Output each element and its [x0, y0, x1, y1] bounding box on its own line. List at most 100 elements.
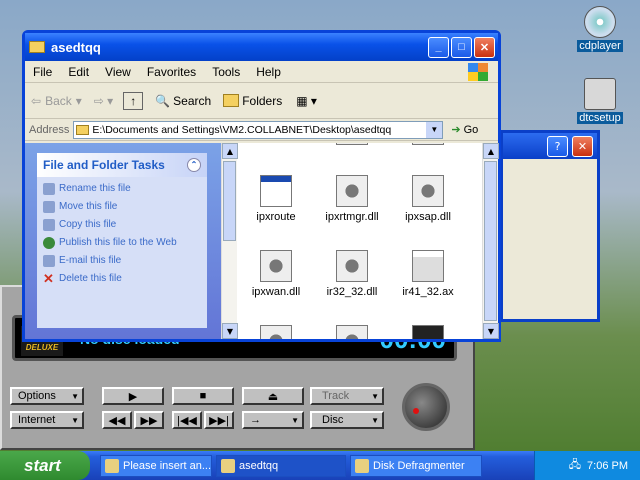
task-publish[interactable]: Publish this file to the Web: [43, 237, 201, 249]
folders-icon: [223, 94, 240, 107]
back-button[interactable]: ⇦ Back ▾: [31, 94, 82, 108]
rename-icon: [43, 183, 55, 195]
address-input[interactable]: E:\Documents and Settings\VM2.COLLABNET\…: [73, 120, 444, 139]
system-tray: 🖧 7:06 PM: [534, 451, 640, 480]
go-arrow-icon: ➔: [451, 124, 461, 136]
clock[interactable]: 7:06 PM: [587, 460, 628, 472]
file-item[interactable]: [393, 143, 463, 149]
file-item[interactable]: ipxwan.dll: [241, 250, 311, 298]
menu-edit[interactable]: Edit: [60, 65, 97, 79]
disc-button[interactable]: Disc: [310, 411, 384, 429]
menu-file[interactable]: File: [25, 65, 60, 79]
file-item[interactable]: ipxsap.dll: [393, 175, 463, 223]
folder-small-icon: [76, 124, 90, 135]
task-copy[interactable]: Copy this file: [43, 219, 201, 231]
dll-gear-icon: [336, 175, 368, 207]
menu-view[interactable]: View: [97, 65, 139, 79]
taskbar-item-cd[interactable]: Please insert an...: [100, 454, 212, 477]
file-item[interactable]: [393, 325, 463, 339]
fast-forward-button[interactable]: ▶▶: [134, 411, 164, 429]
menu-help[interactable]: Help: [248, 65, 289, 79]
volume-knob[interactable]: [402, 383, 450, 431]
help-icon[interactable]: ?: [547, 135, 568, 157]
background-window-titlebar[interactable]: ? ✕: [503, 133, 597, 159]
taskbar: start Please insert an... asedtqq Disk D…: [0, 451, 640, 480]
scroll-down-icon[interactable]: ▼: [483, 323, 499, 339]
address-label: Address: [29, 123, 70, 136]
desktop-icon-cdplayer[interactable]: cdplayer: [568, 6, 632, 52]
file-item[interactable]: ipxrtmgr.dll: [317, 175, 387, 223]
file-folder-tasks-panel: File and Folder Tasks ⌃ Rename this file …: [37, 153, 207, 328]
file-item[interactable]: ipxroute: [241, 175, 311, 223]
dll-gear-icon: [336, 250, 368, 282]
internet-button[interactable]: Internet: [10, 411, 84, 429]
dll-gear-icon: [412, 175, 444, 207]
file-item[interactable]: [317, 143, 387, 149]
globe-icon: [43, 237, 55, 249]
file-item[interactable]: [241, 325, 311, 339]
file-item[interactable]: [317, 325, 387, 339]
address-bar: Address E:\Documents and Settings\VM2.CO…: [25, 119, 498, 141]
task-move[interactable]: Move this file: [43, 201, 201, 213]
explorer-window[interactable]: asedtqq _ □ ✕ File Edit View Favorites T…: [22, 30, 501, 342]
rewind-button[interactable]: ◀◀: [102, 411, 132, 429]
maximize-icon[interactable]: □: [451, 36, 472, 58]
close-icon[interactable]: ✕: [572, 135, 593, 157]
folders-button[interactable]: Folders: [223, 94, 282, 108]
next-track-button[interactable]: ▶▶|: [204, 411, 234, 429]
back-arrow-icon: ⇦: [31, 93, 42, 108]
options-button[interactable]: Options: [10, 387, 84, 405]
taskbar-item-defrag[interactable]: Disk Defragmenter: [350, 454, 482, 477]
address-dropdown-icon[interactable]: ▼: [426, 121, 443, 138]
folder-icon: [29, 41, 45, 53]
desktop-icon-dtcsetup[interactable]: dtcsetup: [568, 78, 632, 124]
eject-button[interactable]: ⏏: [242, 387, 304, 405]
menu-bar: File Edit View Favorites Tools Help: [25, 61, 498, 83]
tasks-header[interactable]: File and Folder Tasks ⌃: [37, 153, 207, 177]
window-title: asedtqq: [51, 39, 101, 55]
exe-icon: [260, 175, 292, 207]
ax-file-icon: [412, 250, 444, 282]
task-pane: File and Folder Tasks ⌃ Rename this file …: [25, 143, 221, 339]
copy-icon: [43, 219, 55, 231]
previous-track-button[interactable]: |◀◀: [172, 411, 202, 429]
background-window[interactable]: ? ✕: [500, 130, 600, 322]
menu-favorites[interactable]: Favorites: [139, 65, 204, 79]
views-button[interactable]: ▦ ▾: [296, 94, 317, 108]
track-button[interactable]: Track: [310, 387, 384, 405]
cd-icon: [584, 6, 616, 38]
file-list: ipxroute ipxrtmgr.dll ipxsap.dll ipxwan.…: [231, 143, 481, 339]
task-rename[interactable]: Rename this file: [43, 183, 201, 195]
close-icon[interactable]: ✕: [474, 36, 495, 58]
menu-tools[interactable]: Tools: [204, 65, 248, 79]
setup-icon: [584, 78, 616, 110]
explorer-titlebar[interactable]: asedtqq _ □ ✕: [25, 33, 498, 61]
mode-button[interactable]: →: [242, 411, 304, 429]
scroll-up-icon[interactable]: ▲: [483, 143, 499, 159]
delete-x-icon: ✕: [43, 271, 54, 286]
stop-button[interactable]: ■: [172, 387, 234, 405]
search-button[interactable]: 🔍 Search: [155, 94, 211, 108]
taskbar-item-explorer[interactable]: asedtqq: [216, 454, 346, 477]
file-list-scrollbar[interactable]: ▲ ▼: [482, 143, 499, 339]
collapse-icon[interactable]: ⌃: [187, 158, 201, 172]
start-button[interactable]: start: [0, 451, 90, 480]
toolbar: ⇦ Back ▾ ⇨ ▾ ↑ 🔍 Search Folders ▦ ▾: [25, 83, 498, 119]
forward-button[interactable]: ⇨ ▾: [94, 94, 113, 108]
task-email[interactable]: E-mail this file: [43, 255, 201, 267]
search-icon: 🔍: [155, 93, 171, 108]
go-button[interactable]: ➔ Go: [451, 123, 478, 137]
play-button[interactable]: ▶: [102, 387, 164, 405]
file-item[interactable]: [241, 143, 311, 147]
task-delete[interactable]: ✕ Delete this file: [43, 271, 201, 286]
dll-gear-icon: [260, 250, 292, 282]
network-icon[interactable]: 🖧: [569, 456, 581, 475]
up-folder-icon[interactable]: ↑: [123, 91, 144, 110]
file-item[interactable]: ir41_32.ax: [393, 250, 463, 298]
content-area: File and Folder Tasks ⌃ Rename this file …: [25, 143, 499, 339]
scroll-thumb[interactable]: [484, 161, 497, 321]
windows-logo-icon: [468, 63, 488, 81]
minimize-icon[interactable]: _: [428, 36, 449, 58]
file-item[interactable]: ir32_32.dll: [317, 250, 387, 298]
email-icon: [43, 255, 55, 267]
